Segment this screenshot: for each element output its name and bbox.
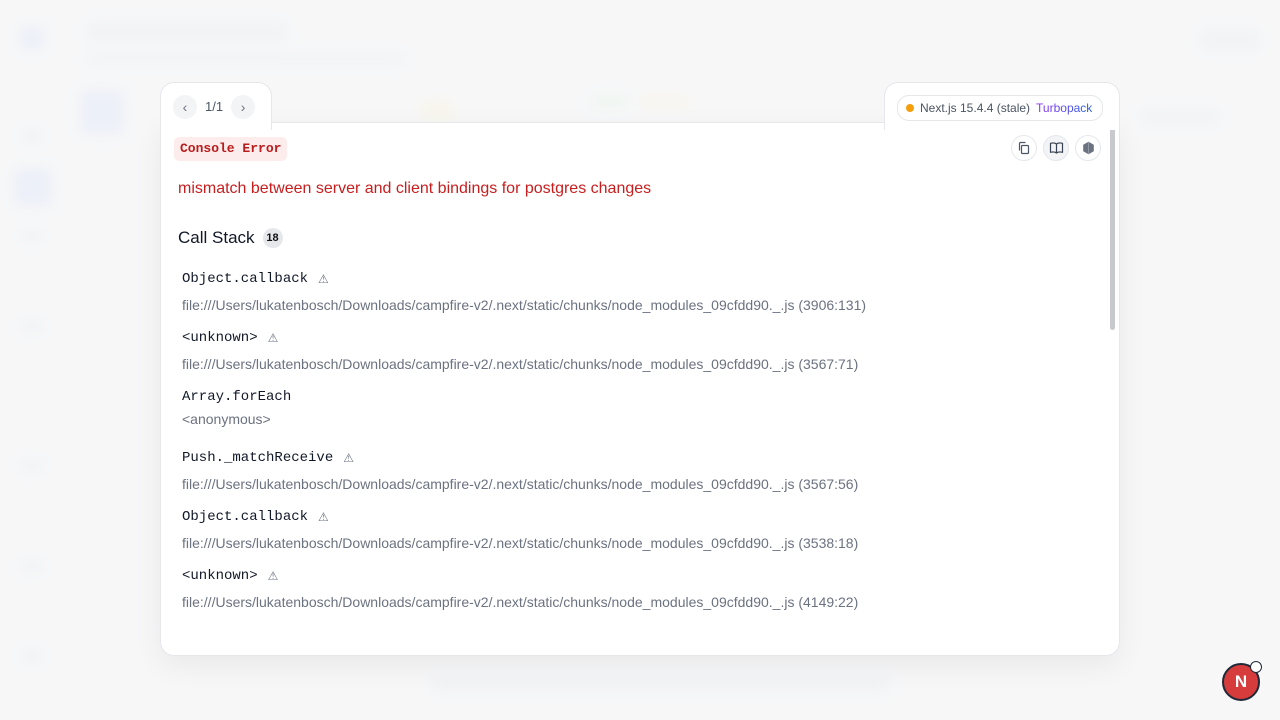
stack-frame[interactable]: <unknown> ⚠ file:///Users/lukatenbosch/Do… <box>182 327 1095 372</box>
stack-frame[interactable]: Object.callback ⚠ file:///Users/lukatenbo… <box>182 268 1095 313</box>
warning-icon: ⚠ <box>343 451 354 465</box>
version-staleness-indicator[interactable]: Next.js 15.4.4 (stale) Turbopack <box>897 95 1104 121</box>
issue-indicator-dot <box>1250 661 1262 673</box>
call-stack-title: Call Stack <box>178 228 255 247</box>
bundler-label: Turbopack <box>1036 101 1093 115</box>
frame-location: file:///Users/lukatenbosch/Downloads/cam… <box>182 476 859 492</box>
frame-location: file:///Users/lukatenbosch/Downloads/cam… <box>182 535 859 551</box>
nextjs-logo-icon: N <box>1234 672 1248 691</box>
stack-frame[interactable]: Push._matchReceive ⚠ file:///Users/lukate… <box>182 447 1095 492</box>
prev-error-button[interactable]: ‹ <box>173 95 197 119</box>
frame-location: file:///Users/lukatenbosch/Downloads/cam… <box>182 594 859 610</box>
book-icon <box>1049 142 1063 154</box>
error-dialog: Console Error mismatch between server an… <box>160 122 1120 656</box>
next-error-button[interactable]: › <box>231 95 256 119</box>
frame-location: <anonymous> <box>182 411 271 427</box>
warning-icon: ⚠ <box>318 510 329 524</box>
stale-status-dot <box>906 104 914 112</box>
frame-function: <unknown> <box>182 330 258 346</box>
frame-location: file:///Users/lukatenbosch/Downloads/cam… <box>182 356 859 372</box>
stack-frame[interactable]: <unknown> ⚠ file:///Users/lukatenbosch/Do… <box>182 565 1095 610</box>
warning-icon: ⚠ <box>267 331 279 345</box>
frame-function: Push._matchReceive <box>182 450 334 466</box>
stack-frame[interactable]: Array.forEach <anonymous> <box>182 386 1095 427</box>
frame-function: Object.callback <box>182 271 309 287</box>
error-type-badge: Console Error <box>174 137 288 161</box>
error-message: mismatch between server and client bindi… <box>178 180 652 197</box>
frame-function: Object.callback <box>182 509 309 525</box>
version-tab: Next.js 15.4.4 (stale) Turbopack <box>884 82 1120 130</box>
chevron-right-icon: › <box>240 99 246 115</box>
frame-function: Array.forEach <box>182 389 292 405</box>
stack-frame[interactable]: Object.callback ⚠ file:///Users/lukatenbo… <box>182 506 1095 551</box>
frame-function: <unknown> <box>182 568 258 584</box>
copy-icon <box>1018 141 1030 155</box>
docs-button[interactable] <box>1043 135 1069 161</box>
nodejs-icon <box>1082 141 1094 155</box>
call-stack-header: Call Stack 18 <box>178 228 283 248</box>
header-divider <box>272 122 884 123</box>
warning-icon: ⚠ <box>318 272 329 286</box>
dialog-scrollbar[interactable] <box>1110 124 1115 330</box>
copy-error-button[interactable] <box>1011 135 1037 161</box>
call-stack-frames: Object.callback ⚠ file:///Users/lukatenbo… <box>182 268 1095 624</box>
version-label: Next.js 15.4.4 (stale) <box>920 101 1031 115</box>
warning-icon: ⚠ <box>267 569 279 583</box>
node-inspector-button[interactable] <box>1075 135 1101 161</box>
frame-location: file:///Users/lukatenbosch/Downloads/cam… <box>182 297 867 313</box>
dialog-actions <box>1011 135 1101 161</box>
chevron-left-icon: ‹ <box>182 99 188 115</box>
call-stack-count: 18 <box>262 228 283 248</box>
nextjs-dev-tools-button[interactable]: N <box>1222 661 1262 701</box>
error-pager: ‹ 1/1 › <box>160 82 272 130</box>
pager-position: 1/1 <box>205 99 224 114</box>
